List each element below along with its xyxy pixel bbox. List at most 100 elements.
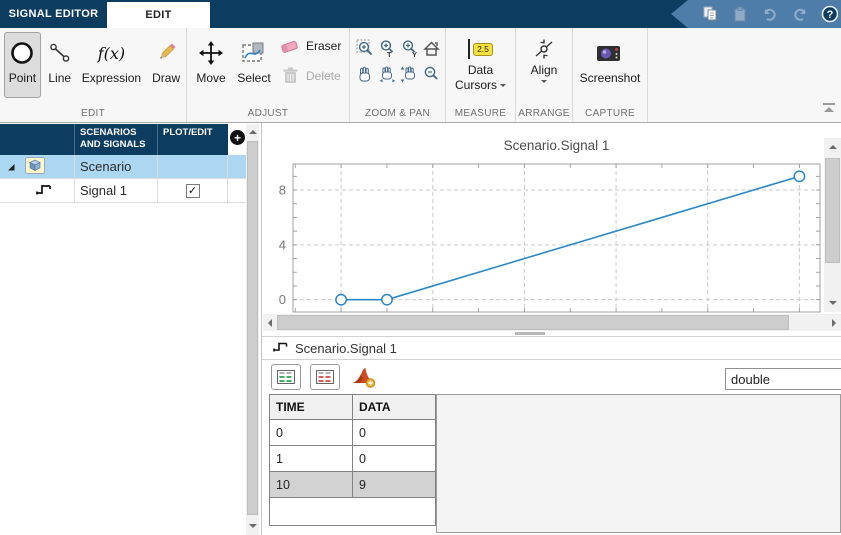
ribbon-section-arrange: Align ARRANGE (516, 28, 573, 122)
redo-icon[interactable] (791, 6, 808, 23)
copy-icon[interactable] (701, 6, 718, 23)
move-button[interactable]: Move (191, 32, 231, 98)
point-icon (9, 36, 35, 70)
zoom-in-time-icon[interactable]: T (376, 36, 398, 60)
plot-and-table-pane: Scenario.Signal 1 048 Scenario.Signal 1 (261, 123, 841, 535)
ribbon-toolbar: Point Line f(x) Expression Draw EDIT Mov… (0, 28, 841, 123)
data-point-marker[interactable] (793, 170, 806, 183)
table-head: TIME DATA (269, 394, 436, 420)
svg-text:Y: Y (412, 50, 417, 58)
undo-icon[interactable] (761, 6, 778, 23)
align-icon (533, 36, 555, 62)
table-row[interactable]: 10 9 (269, 471, 436, 498)
signal-plot[interactable]: 0 4 8 (262, 123, 824, 335)
delete-row-button[interactable] (310, 364, 340, 390)
scenario-icon (25, 156, 45, 177)
select-icon (241, 36, 267, 70)
y-tick-label: 4 (279, 237, 286, 252)
signal-icon (272, 340, 289, 357)
fit-to-view-icon[interactable] (420, 36, 442, 60)
signal-tab-label: Scenario.Signal 1 (295, 340, 397, 356)
expression-button[interactable]: f(x) Expression (79, 32, 145, 98)
data-cursor-icon: 2.5 (468, 36, 493, 62)
select-button[interactable]: Select (233, 32, 275, 98)
table-cell[interactable]: 0 (269, 419, 353, 446)
ribbon-section-edit: Point Line f(x) Expression Draw EDIT (0, 28, 187, 122)
table-header-cell: TIME (269, 394, 353, 420)
table-cell[interactable]: 0 (352, 419, 436, 446)
plot-background[interactable] (293, 164, 820, 312)
tree-scrollbar-thumb[interactable] (247, 141, 258, 515)
table-cell[interactable]: 9 (352, 471, 436, 498)
tree-scroll-up-button[interactable] (246, 126, 259, 138)
collapse-ribbon-button[interactable] (822, 102, 836, 114)
draw-button[interactable]: Draw (146, 32, 186, 98)
pan-time-icon[interactable] (376, 62, 398, 86)
titlebar: SIGNAL EDITOR EDIT ? (0, 0, 841, 28)
delete-button[interactable]: Delete (279, 64, 341, 88)
scenarios-panel: SCENARIOS AND SIGNALS PLOT/EDIT + Scenar… (0, 123, 261, 535)
y-tick-label: 0 (279, 292, 286, 307)
dropdown-caret-icon (541, 80, 547, 86)
camera-icon (595, 36, 625, 70)
data-point-marker[interactable] (380, 293, 393, 306)
tree-row-label: Signal 1 (75, 179, 158, 202)
point-button[interactable]: Point (4, 32, 41, 98)
eraser-button[interactable]: Eraser (279, 34, 341, 58)
insert-row-button[interactable] (271, 364, 301, 390)
plot-vscrollbar-thumb[interactable] (825, 158, 840, 263)
quick-access-toolbar: ? (671, 0, 841, 28)
datatype-input[interactable] (725, 368, 841, 390)
zoom-out-icon[interactable] (420, 62, 442, 86)
table-empty-row[interactable] (269, 497, 436, 526)
table-cell[interactable]: 0 (352, 445, 436, 472)
paste-icon[interactable] (731, 6, 748, 23)
pan-icon[interactable] (354, 62, 376, 86)
pan-y-icon[interactable] (398, 62, 420, 86)
plot-hscrollbar-thumb[interactable] (277, 315, 789, 330)
screenshot-button[interactable]: Screenshot (575, 32, 645, 98)
table-row[interactable]: 10 (269, 445, 436, 472)
svg-text:T: T (387, 50, 392, 58)
ribbon-section-zoom-pan: T Y ZOOM & PAN (350, 28, 446, 122)
tab-signal-editor[interactable]: SIGNAL EDITOR (0, 0, 107, 28)
column-header-plot-edit: PLOT/EDIT (163, 127, 213, 138)
table-row[interactable]: 00 (269, 419, 436, 446)
plot-scroll-right-button[interactable] (827, 314, 841, 331)
y-tick-label: 8 (279, 183, 286, 198)
tree-scroll-down-button[interactable] (246, 520, 259, 532)
tab-edit[interactable]: EDIT (107, 2, 210, 28)
zoom-in-y-icon[interactable]: Y (398, 36, 420, 60)
expression-icon: f(x) (97, 43, 126, 63)
tree-header: SCENARIOS AND SIGNALS PLOT/EDIT (0, 124, 228, 155)
data-cursors-button[interactable]: 2.5 Data Cursors (450, 32, 512, 102)
signal-tab[interactable]: Scenario.Signal 1 (262, 336, 841, 360)
trash-icon (279, 66, 301, 87)
move-icon (198, 36, 224, 70)
tree-row-signal-1[interactable]: Signal 1 ✓ (0, 179, 246, 203)
help-icon[interactable]: ? (821, 5, 838, 23)
column-header-scenarios-and-signals: SCENARIOS AND SIGNALS (75, 124, 158, 155)
table-body: 0 0 1 0 10 9 (269, 419, 436, 526)
table-cell[interactable]: 10 (269, 471, 353, 498)
tree-row-label: Scenario (75, 155, 158, 178)
line-button[interactable]: Line (43, 32, 77, 98)
data-point-marker[interactable] (335, 293, 348, 306)
table-background-panel (436, 394, 841, 533)
plot-scroll-down-button[interactable] (824, 296, 841, 310)
signal-data-table: TIME DATA 0 0 1 0 10 9 (269, 394, 436, 526)
add-signal-button[interactable]: + (230, 130, 245, 145)
plot-scroll-left-button[interactable] (263, 314, 277, 331)
signal-editor-window: SIGNAL EDITOR EDIT ? Point Line f(x) Exp… (0, 0, 841, 535)
tree-row-scenario[interactable]: Scenario (0, 155, 246, 179)
table-cell[interactable]: 1 (269, 445, 353, 472)
plot-edit-checkbox[interactable]: ✓ (185, 183, 200, 198)
plot-scroll-up-button[interactable] (824, 140, 841, 154)
align-button[interactable]: Align (519, 32, 569, 102)
zoom-in-icon[interactable] (354, 36, 376, 60)
expand-triangle-icon[interactable] (6, 162, 16, 172)
signal-icon (35, 182, 53, 200)
add-matlab-signal-button[interactable] (348, 364, 378, 390)
ribbon-section-capture: Screenshot CAPTURE (573, 28, 648, 122)
table-header-cell: DATA (352, 394, 436, 420)
